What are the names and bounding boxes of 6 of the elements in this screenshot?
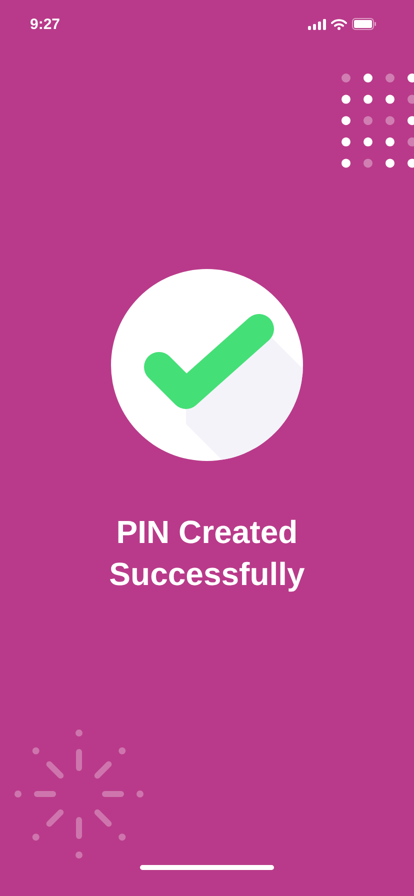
wifi-icon [331, 18, 347, 30]
signal-icon [308, 18, 326, 30]
battery-icon [352, 18, 376, 30]
success-title: PIN Created Successfully [108, 513, 306, 594]
check-badge-icon [111, 269, 303, 461]
status-time: 9:27 [30, 16, 60, 32]
